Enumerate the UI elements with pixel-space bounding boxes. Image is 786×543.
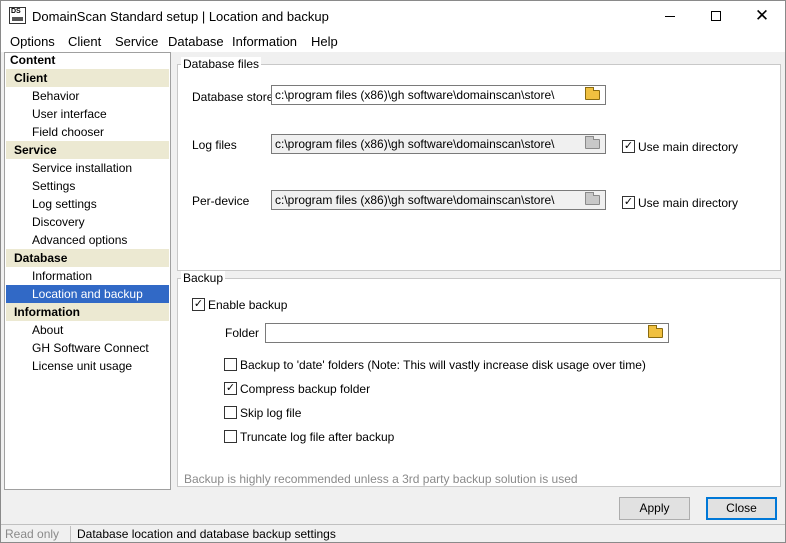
status-text: Database location and database backup se… [77, 527, 336, 541]
backup-folder-field[interactable] [265, 323, 669, 343]
tree-item-discovery[interactable]: Discovery [6, 213, 169, 231]
menu-service[interactable]: Service [115, 34, 158, 49]
per-device-field[interactable]: c:\program files (x86)\gh software\domai… [271, 190, 606, 210]
database-files-label: Database files [181, 57, 262, 71]
log-files-value: c:\program files (x86)\gh software\domai… [275, 137, 555, 151]
folder-icon [585, 192, 600, 205]
menu-database[interactable]: Database [168, 34, 224, 49]
tree-item-user-interface[interactable]: User interface [6, 105, 169, 123]
tree-item-information[interactable]: Information [6, 267, 169, 285]
close-window-button[interactable]: ✕ [739, 1, 785, 31]
app-icon: DS [9, 7, 26, 24]
tree-item-behavior[interactable]: Behavior [6, 87, 169, 105]
tree-item-license-unit-usage[interactable]: License unit usage [6, 357, 169, 375]
log-use-main-label: Use main directory [638, 140, 739, 154]
tree-group-information[interactable]: Information [6, 303, 169, 321]
tree-group-database[interactable]: Database [6, 249, 169, 267]
backup-folder-browse-button[interactable] [645, 325, 667, 341]
tree-item-log-settings[interactable]: Log settings [6, 195, 169, 213]
tree-item-service-installation[interactable]: Service installation [6, 159, 169, 177]
skip-log-checkbox[interactable] [224, 406, 237, 419]
tree-root: Content [10, 53, 56, 67]
database-store-field[interactable]: c:\program files (x86)\gh software\domai… [271, 85, 606, 105]
per-device-label: Per-device [192, 194, 250, 208]
maximize-button[interactable] [693, 1, 739, 31]
log-files-label: Log files [192, 138, 237, 152]
enable-backup-checkbox[interactable]: ✓ [192, 298, 205, 311]
menu-information[interactable]: Information [232, 34, 297, 49]
close-icon: ✕ [754, 6, 770, 25]
date-folders-label: Backup to 'date' folders (Note: This wil… [240, 358, 646, 372]
menu-client[interactable]: Client [68, 34, 101, 49]
minimize-icon [665, 16, 675, 17]
device-use-main-checkbox[interactable]: ✓ [622, 196, 635, 209]
apply-button[interactable]: Apply [619, 497, 690, 520]
tree-item-settings[interactable]: Settings [6, 177, 169, 195]
skip-log-label: Skip log file [240, 406, 302, 420]
truncate-log-checkbox[interactable] [224, 430, 237, 443]
device-use-main-label: Use main directory [638, 196, 739, 210]
compress-backup-checkbox[interactable]: ✓ [224, 382, 237, 395]
close-button[interactable]: Close [706, 497, 777, 520]
per-device-value: c:\program files (x86)\gh software\domai… [275, 193, 555, 207]
tree-item-location-and-backup[interactable]: Location and backup [6, 285, 169, 303]
backup-folder-label: Folder [225, 326, 260, 340]
navigation-tree: Content Client Behavior User interface F… [4, 52, 171, 490]
log-use-main-checkbox[interactable]: ✓ [622, 140, 635, 153]
database-store-value: c:\program files (x86)\gh software\domai… [275, 88, 555, 102]
minimize-button[interactable] [647, 1, 693, 31]
per-device-browse-button[interactable] [582, 192, 604, 208]
enable-backup-label: Enable backup [208, 298, 288, 312]
window-title: DomainScan Standard setup | Location and… [32, 9, 329, 24]
truncate-log-label: Truncate log file after backup [240, 430, 395, 444]
tree-item-advanced-options[interactable]: Advanced options [6, 231, 169, 249]
folder-icon [648, 325, 663, 338]
menu-bar: Options Client Service Database Informat… [1, 31, 785, 52]
folder-icon [585, 136, 600, 149]
folder-icon [585, 87, 600, 100]
menu-help[interactable]: Help [311, 34, 338, 49]
database-store-label: Database store [192, 90, 274, 104]
menu-options[interactable]: Options [10, 34, 55, 49]
tree-group-service[interactable]: Service [6, 141, 169, 159]
date-folders-checkbox[interactable] [224, 358, 237, 371]
database-store-browse-button[interactable] [582, 87, 604, 103]
tree-item-about[interactable]: About [6, 321, 169, 339]
tree-item-gh-software-connect[interactable]: GH Software Connect [6, 339, 169, 357]
tree-item-field-chooser[interactable]: Field chooser [6, 123, 169, 141]
compress-backup-label: Compress backup folder [240, 382, 371, 396]
backup-label: Backup [181, 271, 226, 285]
log-files-field[interactable]: c:\program files (x86)\gh software\domai… [271, 134, 606, 154]
title-bar: DS DomainScan Standard setup | Location … [1, 1, 785, 31]
tree-group-client[interactable]: Client [6, 69, 169, 87]
maximize-icon [711, 11, 721, 21]
status-bar: Read only Database location and database… [1, 524, 785, 542]
setup-window: DS DomainScan Standard setup | Location … [0, 0, 786, 543]
status-mode: Read only [5, 527, 60, 541]
log-files-browse-button[interactable] [582, 136, 604, 152]
backup-hint: Backup is highly recommended unless a 3r… [184, 472, 578, 486]
status-separator [70, 526, 71, 542]
